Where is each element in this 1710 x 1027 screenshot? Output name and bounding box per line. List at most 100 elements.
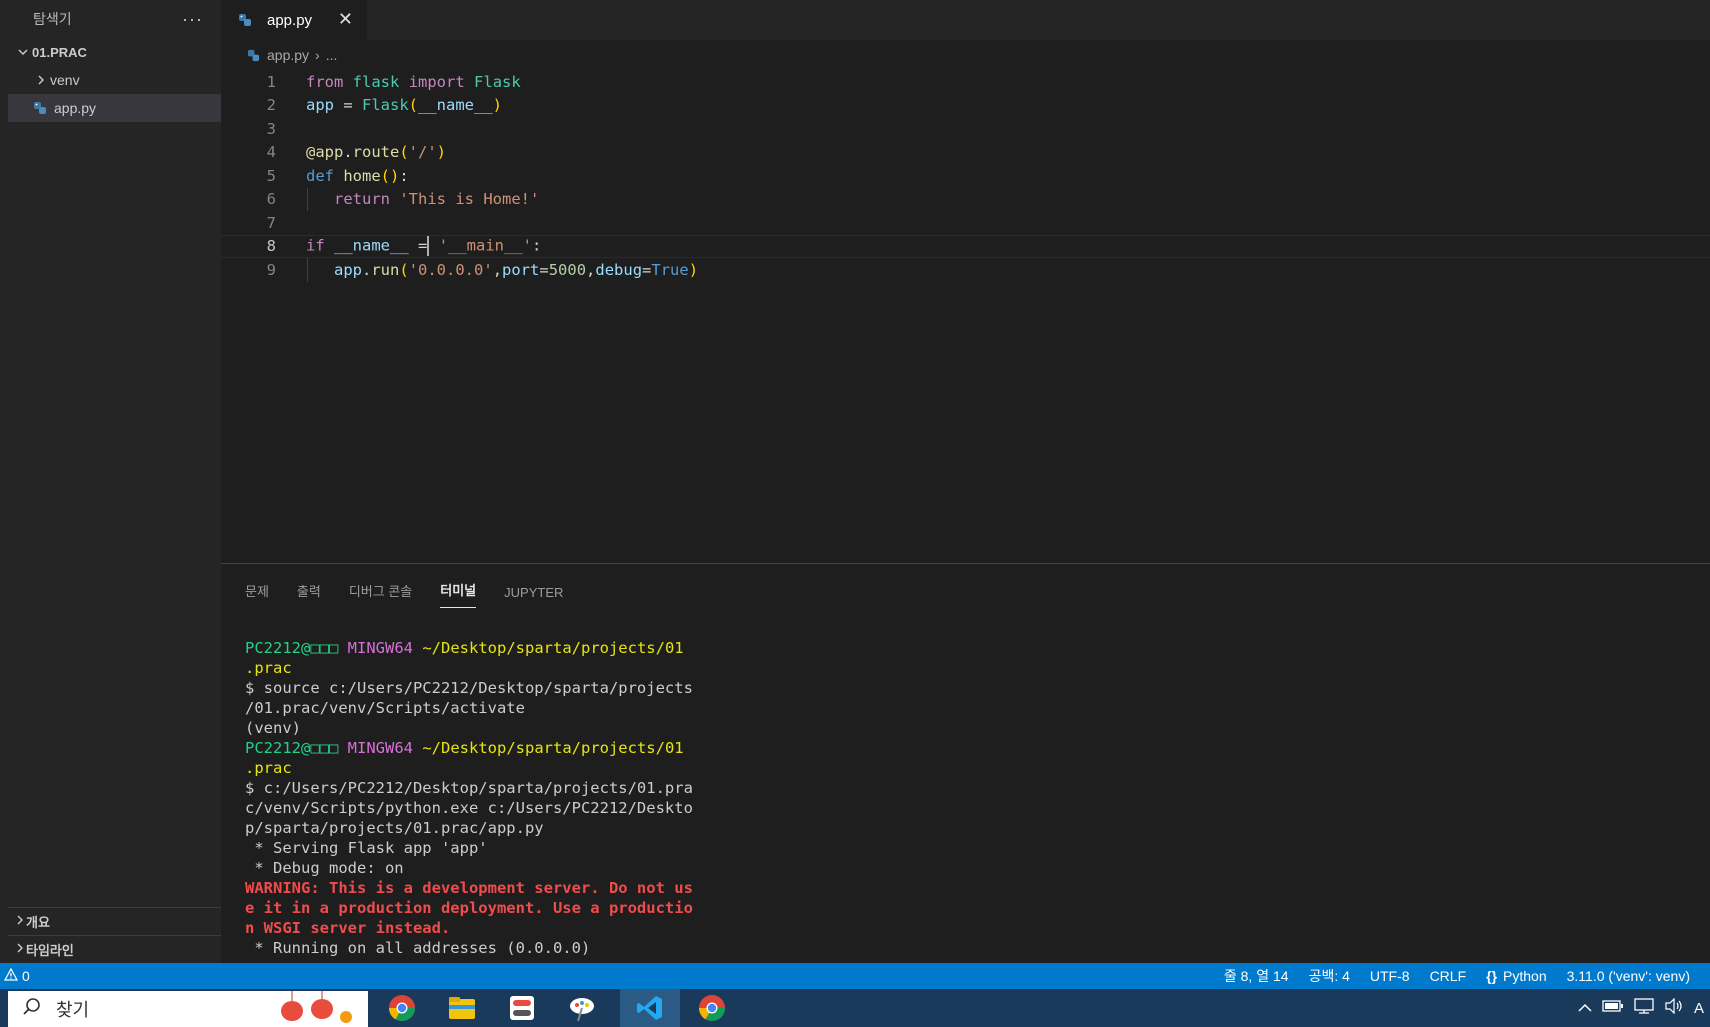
sidebar-bottom-sections: 개요 타임라인 (8, 907, 221, 963)
tab-terminal[interactable]: 터미널 (440, 580, 477, 608)
system-tray: A (1578, 989, 1710, 1027)
line-number: 6 (266, 190, 276, 209)
outline-section[interactable]: 개요 (8, 907, 221, 935)
paint-app-icon[interactable] (552, 989, 612, 1027)
line-number: 3 (266, 119, 276, 138)
tab-output[interactable]: 출력 (297, 581, 321, 608)
line-number: 5 (266, 166, 276, 185)
outline-label: 개요 (26, 915, 50, 930)
line-number: 4 (266, 143, 276, 162)
terminal-line: PC2212@□□□ MINGW64 ~/Desktop/sparta/proj… (245, 639, 684, 657)
code-text: from flask import Flask (306, 72, 521, 91)
taskbar-search[interactable]: 찾기 (8, 991, 368, 1027)
code-line: 4 @app.route('/') (221, 141, 1710, 165)
tree-item-venv[interactable]: venv (8, 66, 221, 94)
tree-item-label: app.py (54, 100, 97, 116)
tree-item-app-py[interactable]: app.py (8, 94, 221, 122)
braces-icon: {} (1486, 968, 1498, 984)
terminal-line: * Serving Flask app 'app' (245, 839, 488, 857)
indentation[interactable]: 공백: 4 (1309, 966, 1350, 986)
code-line: 6 return 'This is Home!' (221, 187, 1710, 211)
app-switch-icon[interactable] (492, 989, 552, 1027)
language-mode[interactable]: {} Python (1486, 968, 1547, 984)
end-of-line[interactable]: CRLF (1430, 968, 1467, 984)
panel-tabs: 문제 출력 디버그 콘솔 터미널 JUPYTER (221, 564, 1710, 608)
line-number: 8 (266, 237, 276, 256)
tab-debug-console[interactable]: 디버그 콘솔 (349, 581, 412, 608)
tab-label: app.py (267, 11, 313, 29)
os-taskbar: 찾기 A (0, 989, 1710, 1027)
network-icon[interactable] (1634, 998, 1654, 1018)
status-bar: 0 줄 8, 열 14 공백: 4 UTF-8 CRLF {} Python 3… (0, 963, 1710, 989)
python-file-icon (32, 100, 48, 116)
code-editor[interactable]: 1 from flask import Flask 2 app = Flask(… (221, 70, 1710, 282)
chrome-app-icon[interactable] (372, 989, 432, 1027)
chevron-down-icon (14, 46, 32, 58)
chevron-right-icon (32, 74, 50, 86)
terminal-warning: n WSGI server instead. (245, 919, 451, 937)
battery-icon[interactable] (1602, 999, 1624, 1017)
vscode-app-icon[interactable] (620, 989, 680, 1027)
python-file-icon (237, 12, 253, 28)
file-explorer-app-icon[interactable] (432, 989, 492, 1027)
terminal-line: * Running on all addresses (0.0.0.0) (245, 939, 591, 957)
lantern-decoration-icon (272, 991, 362, 1027)
terminal-line: p/sparta/projects/01.prac/app.py (245, 819, 544, 837)
breadcrumb-separator: › (315, 47, 320, 63)
code-line: 7 (221, 211, 1710, 235)
chevron-up-icon[interactable] (1578, 1000, 1592, 1017)
terminal-line: /01.prac/venv/Scripts/activate (245, 699, 525, 717)
code-line: 1 from flask import Flask (221, 70, 1710, 94)
terminal-line: .prac (245, 759, 292, 777)
terminal-output[interactable]: PC2212@□□□ MINGW64 ~/Desktop/sparta/proj… (245, 638, 693, 958)
explorer-sidebar: 탐색기 ··· 01.PRAC venv app.py 개요 타임라인 (8, 0, 221, 963)
cursor-position[interactable]: 줄 8, 열 14 (1224, 966, 1289, 986)
explorer-header: 탐색기 ··· (8, 0, 221, 38)
code-line-current: 8 if __name__ = '__main__': (221, 234, 1710, 258)
python-interpreter[interactable]: 3.11.0 ('venv': venv) (1567, 968, 1690, 984)
more-actions-icon[interactable]: ··· (182, 9, 203, 30)
workspace-folder-label: 01.PRAC (32, 44, 87, 60)
editor-area: app.py ✕ app.py › ... 1 from flask impor… (221, 0, 1710, 563)
breadcrumb-file[interactable]: app.py (267, 47, 309, 63)
search-icon (22, 997, 42, 1022)
close-icon[interactable]: ✕ (338, 9, 353, 30)
explorer-title: 탐색기 (33, 11, 72, 27)
code-text: def home(): (306, 166, 409, 185)
code-text: app.run('0.0.0.0',port=5000,debug=True) (334, 260, 699, 279)
terminal-line: $ c:/Users/PC2212/Desktop/sparta/project… (245, 779, 693, 797)
tab-jupyter[interactable]: JUPYTER (504, 585, 563, 608)
code-text: app = Flask(__name__) (306, 96, 503, 115)
tree-item-label: venv (50, 72, 80, 88)
line-number: 1 (266, 72, 276, 91)
warning-count: 0 (22, 968, 30, 984)
warning-icon (3, 967, 19, 985)
code-line: 2 app = Flask(__name__) (221, 94, 1710, 118)
terminal-warning: WARNING: This is a development server. D… (245, 879, 693, 897)
code-text: if __name__ = '__main__': (306, 236, 542, 257)
editor-tab-app-py[interactable]: app.py ✕ (221, 0, 367, 40)
line-number: 7 (266, 213, 276, 232)
timeline-section[interactable]: 타임라인 (8, 935, 221, 963)
encoding[interactable]: UTF-8 (1370, 968, 1410, 984)
ime-indicator[interactable]: A (1694, 1000, 1704, 1017)
chevron-right-icon (14, 914, 26, 929)
terminal-line: * Debug mode: on (245, 859, 404, 877)
code-line: 3 (221, 117, 1710, 141)
language-label: Python (1503, 968, 1547, 984)
terminal-line: .prac (245, 659, 292, 677)
workspace-folder[interactable]: 01.PRAC (8, 38, 221, 66)
code-line: 5 def home(): (221, 164, 1710, 188)
window-edge (0, 0, 8, 963)
volume-icon[interactable] (1664, 997, 1684, 1018)
terminal-warning: e it in a production deployment. Use a p… (245, 899, 693, 917)
search-placeholder: 찾기 (56, 1000, 90, 1020)
python-file-icon (245, 47, 261, 63)
terminal-line: $ source c:/Users/PC2212/Desktop/sparta/… (245, 679, 693, 697)
chrome-app-icon-2[interactable] (682, 989, 742, 1027)
problems-status[interactable]: 0 (3, 967, 30, 985)
terminal-line: (venv) (245, 719, 301, 737)
tab-problems[interactable]: 문제 (245, 581, 269, 608)
chevron-right-icon (14, 942, 26, 957)
breadcrumb-more[interactable]: ... (326, 47, 338, 63)
